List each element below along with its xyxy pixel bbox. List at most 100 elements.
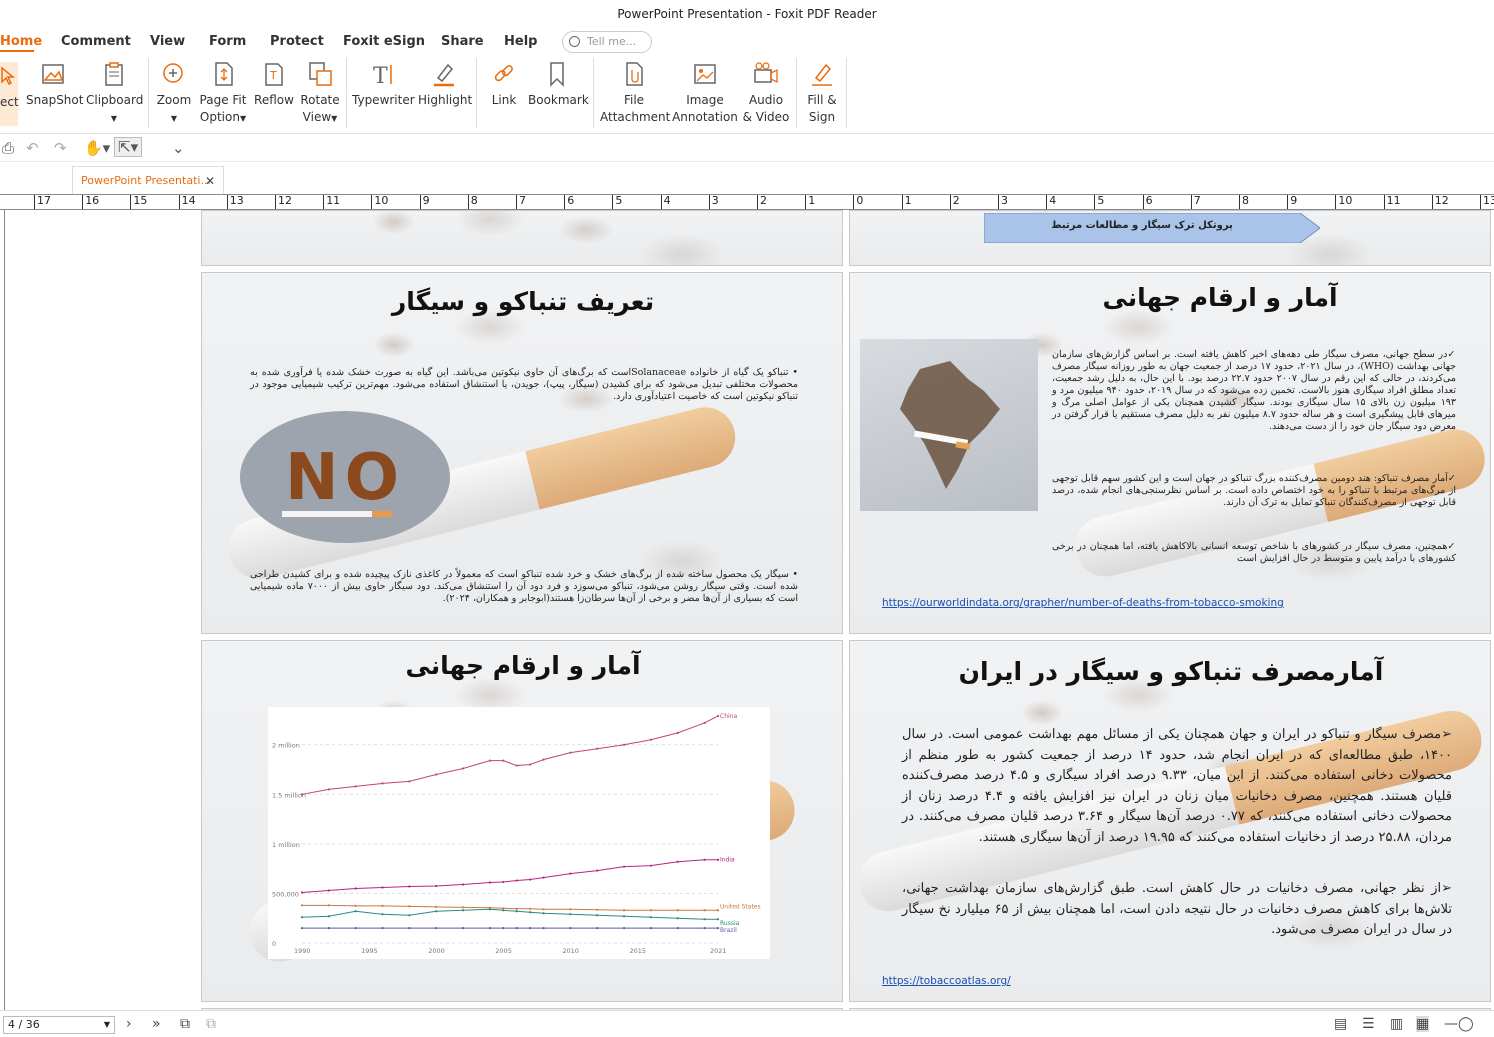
menu-home[interactable]: Home xyxy=(0,34,42,49)
menu-form[interactable]: Form xyxy=(209,34,246,49)
next-page-icon[interactable]: › xyxy=(126,1016,132,1032)
iran-paragraph-2: ➢از نظر جهانی، مصرف دخانیات در حال کاهش … xyxy=(902,881,1452,937)
bookmark-button[interactable]: Bookmark xyxy=(528,60,589,109)
zoom-slider[interactable]: —◯ xyxy=(1444,1016,1474,1032)
ruler-tick-label: 1 xyxy=(901,195,912,209)
paste-page-icon[interactable]: ⧉ xyxy=(206,1016,216,1032)
highlight-icon xyxy=(430,60,458,88)
highlight-button[interactable]: Highlight xyxy=(418,60,472,109)
data-point xyxy=(354,927,357,930)
copy-page-icon[interactable]: ⧉ xyxy=(180,1016,190,1032)
data-point xyxy=(408,885,411,888)
menu-foxit-esign[interactable]: Foxit eSign xyxy=(343,34,425,49)
data-point xyxy=(676,860,679,863)
fill-sign-button[interactable]: Fill & Sign xyxy=(802,60,842,126)
iran-paragraph-1: ➢مصرف سیگار و تنباکو در ایران و جهان همچ… xyxy=(902,727,1453,845)
last-page-icon[interactable]: » xyxy=(152,1016,161,1032)
zoom-button[interactable]: Zoom ▼ xyxy=(154,60,194,127)
undo-icon[interactable]: ↶ xyxy=(26,139,39,157)
ruler-tick-label: 10 xyxy=(371,195,388,209)
menu-protect[interactable]: Protect xyxy=(270,34,324,49)
audio-video-button[interactable]: Audio & Video xyxy=(742,60,790,126)
rotate-view-button[interactable]: Rotate View▼ xyxy=(298,60,342,127)
data-point xyxy=(515,907,518,910)
image-annotation-button[interactable]: Image Annotation xyxy=(672,60,738,126)
data-point xyxy=(327,915,330,918)
document-tab[interactable]: PowerPoint Presentati... ✕ xyxy=(72,166,224,194)
tobaccoatlas-link[interactable]: https://tobaccoatlas.org/ xyxy=(882,975,1011,987)
continuous-facing-view-icon[interactable]: ▦ xyxy=(1416,1016,1430,1032)
ruler-tick-label: 7 xyxy=(1190,195,1201,209)
bookmark-icon xyxy=(543,60,571,88)
select-button[interactable]: ect xyxy=(0,62,19,126)
page-number-input[interactable]: 4 / 36 ▼ xyxy=(3,1016,115,1034)
document-view[interactable]: پروتکل ترک سیگار و مطالعات مرتبط تعریف ت… xyxy=(6,210,1494,1010)
print-icon[interactable]: ⎙ xyxy=(2,139,14,157)
horizontal-ruler: 17 16 15 14 13 12 11 10 9 8 7 6 5 4 3 2 1 0 1 2 3 4 5 6 7 8 9 10 11 1… xyxy=(0,194,1494,210)
clipboard-icon xyxy=(100,60,128,88)
clipboard-button[interactable]: Clipboard ▼ xyxy=(86,60,143,127)
redo-icon[interactable]: ↷ xyxy=(54,139,67,157)
data-point xyxy=(569,927,572,930)
data-point xyxy=(488,881,491,884)
data-point xyxy=(502,909,505,912)
single-page-view-icon[interactable]: ▤ xyxy=(1334,1016,1347,1032)
data-point xyxy=(408,780,411,783)
menu-help[interactable]: Help xyxy=(504,34,537,49)
tell-me-search[interactable]: Tell me... xyxy=(562,31,652,53)
page-fit-option-button[interactable]: Page Fit Option▼ xyxy=(198,60,248,127)
ruler-tick-label: 7 xyxy=(516,195,526,209)
continuous-view-icon[interactable]: ☰ xyxy=(1362,1016,1375,1032)
menu-view[interactable]: View xyxy=(150,34,185,49)
ribbon-separator xyxy=(148,58,149,128)
data-point xyxy=(435,910,438,913)
menu-comment[interactable]: Comment xyxy=(61,34,131,49)
typewriter-button[interactable]: T Typewriter xyxy=(352,60,415,109)
series-label: India xyxy=(720,857,735,864)
data-point xyxy=(515,879,518,882)
menu-share[interactable]: Share xyxy=(441,34,484,49)
ruler-tick-label: 5 xyxy=(1094,195,1104,209)
data-point xyxy=(327,788,330,791)
data-point xyxy=(542,758,545,761)
ruler-tick-label: 12 xyxy=(1431,195,1449,209)
data-point xyxy=(622,909,626,912)
data-point xyxy=(300,793,304,796)
series-label: Brazil xyxy=(720,927,737,934)
file-attachment-button[interactable]: File Attachment xyxy=(600,60,670,126)
data-point xyxy=(300,904,304,907)
ruler-tick-label: 11 xyxy=(323,195,340,209)
data-point xyxy=(596,747,599,750)
customize-toolbar-icon[interactable]: ⌄ xyxy=(172,139,185,157)
x-tick-label: 2005 xyxy=(495,947,512,955)
facing-view-icon[interactable]: ▥ xyxy=(1390,1016,1403,1032)
data-point xyxy=(300,927,304,930)
data-point xyxy=(327,904,330,907)
hand-tool-icon[interactable]: ✋▾ xyxy=(84,139,110,157)
select-tool-icon[interactable]: ⇱▾ xyxy=(114,137,143,157)
data-point xyxy=(515,764,518,767)
data-point xyxy=(596,927,599,930)
data-point xyxy=(488,759,491,762)
link-button[interactable]: Link xyxy=(484,60,524,109)
data-point xyxy=(354,910,357,913)
data-point xyxy=(502,759,505,762)
line-chart: 2 million 1.5 million 1 million 500,000 0 199… xyxy=(268,707,770,959)
data-point xyxy=(381,913,384,916)
rotate-view-icon xyxy=(306,60,334,88)
snapshot-button[interactable]: SnapShot xyxy=(26,60,83,109)
data-point xyxy=(502,927,505,930)
ribbon-toolbar: ect SnapShot Clipboard ▼ Zoom ▼ Page Fit Op… xyxy=(0,56,1494,134)
ourworldindata-link[interactable]: https://ourworldindata.org/grapher/numbe… xyxy=(882,597,1284,609)
data-point xyxy=(529,763,532,766)
data-point xyxy=(569,908,572,911)
svg-text:T: T xyxy=(373,64,388,88)
data-point xyxy=(461,909,465,912)
data-point xyxy=(381,904,384,907)
reflow-button[interactable]: T Reflow xyxy=(254,60,294,109)
close-tab-icon[interactable]: ✕ xyxy=(205,167,215,195)
ruler-tick-label: 3 xyxy=(998,195,1008,209)
data-point xyxy=(622,927,626,930)
data-point xyxy=(408,914,411,917)
data-point xyxy=(716,918,720,921)
